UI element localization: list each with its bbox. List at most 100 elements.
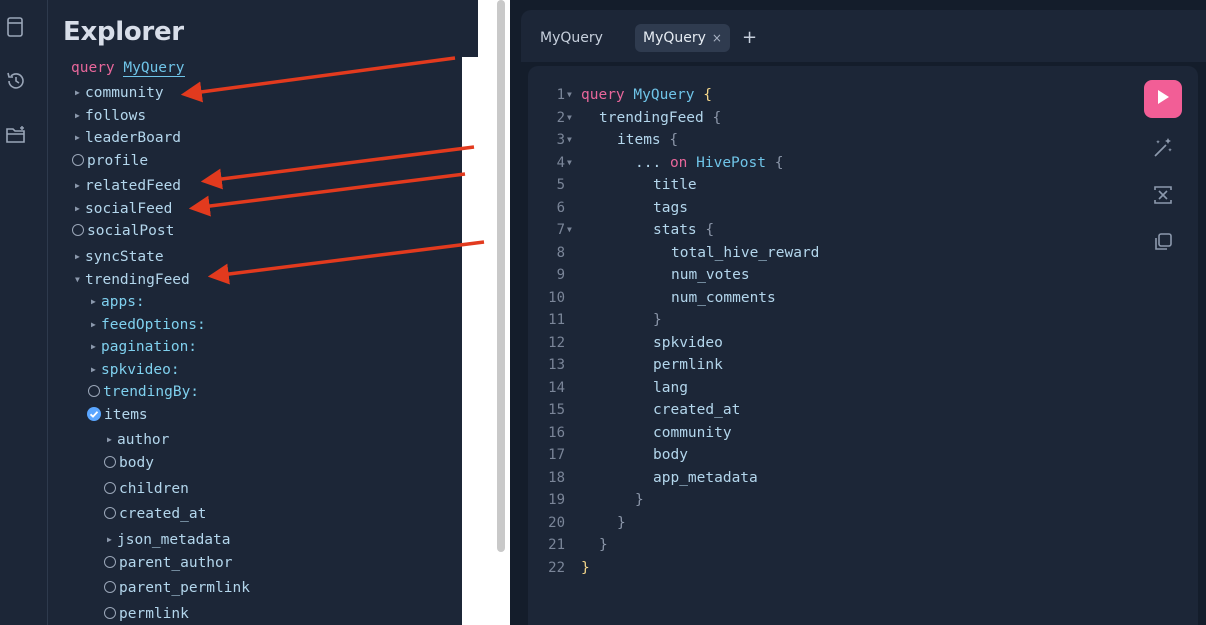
tree-arg-feedoptions[interactable]: ▶ feedOptions: bbox=[91, 315, 206, 335]
line-number: 4 bbox=[556, 154, 565, 171]
checked-icon bbox=[87, 407, 101, 421]
merge-fragments-button[interactable] bbox=[1144, 178, 1182, 216]
code-line-19: } bbox=[635, 492, 644, 508]
tree-item-body[interactable]: body bbox=[104, 453, 154, 473]
tree-field-label: spkvideo: bbox=[101, 362, 180, 378]
line-number: 1 bbox=[556, 87, 565, 103]
tree-item-children[interactable]: children bbox=[104, 479, 189, 499]
code-line-5: title bbox=[653, 177, 697, 193]
code-line-3: items { bbox=[617, 132, 679, 148]
tree-field-label: trendingBy: bbox=[103, 384, 200, 400]
tree-field-label: profile bbox=[87, 153, 149, 169]
query-header: query MyQuery bbox=[71, 58, 185, 78]
tree-field-label: parent_author bbox=[119, 555, 233, 571]
fold-icon[interactable]: ▼ bbox=[567, 135, 572, 144]
tree-field-label: apps: bbox=[101, 294, 145, 310]
tree-item-json-metadata[interactable]: ▶ json_metadata bbox=[107, 530, 231, 550]
new-folder-icon[interactable] bbox=[5, 124, 27, 146]
line-number: 18 bbox=[548, 469, 565, 486]
tree-field-label: body bbox=[119, 455, 154, 471]
line-number: 22 bbox=[548, 559, 565, 576]
unchecked-circle-icon bbox=[104, 607, 116, 619]
tree-field-profile[interactable]: profile bbox=[72, 151, 148, 171]
code-line-6: tags bbox=[653, 200, 688, 216]
tree-item-parent-permlink[interactable]: parent_permlink bbox=[104, 578, 250, 598]
unchecked-circle-icon bbox=[104, 482, 116, 494]
tree-field-trendingfeed[interactable]: ▼ trendingFeed bbox=[75, 270, 190, 290]
tree-item-created-at[interactable]: created_at bbox=[104, 504, 206, 524]
query-name-input[interactable]: MyQuery bbox=[123, 60, 185, 77]
code-line-11: } bbox=[653, 312, 662, 328]
code-line-15: created_at bbox=[653, 402, 741, 418]
tab-myquery-active[interactable]: MyQuery × bbox=[635, 24, 730, 52]
tab-bar: MyQuery MyQuery × + bbox=[521, 10, 1206, 62]
tree-arg-trendingby[interactable]: trendingBy: bbox=[88, 382, 199, 402]
tree-field-relatedfeed[interactable]: ▶ relatedFeed bbox=[75, 176, 181, 196]
code-line-16: community bbox=[653, 425, 732, 441]
query-keyword: query bbox=[71, 60, 115, 76]
copy-query-button[interactable] bbox=[1144, 225, 1182, 263]
code-line-20: } bbox=[617, 515, 626, 531]
caret-right-icon: ▶ bbox=[91, 342, 96, 351]
tree-field-label: author bbox=[117, 432, 170, 448]
tab-myquery[interactable]: MyQuery bbox=[532, 24, 611, 52]
caret-right-icon: ▶ bbox=[91, 365, 96, 374]
line-number: 6 bbox=[556, 199, 565, 216]
code-line-13: permlink bbox=[653, 357, 723, 373]
tree-field-label: children bbox=[119, 481, 189, 497]
tree-field-items[interactable]: items bbox=[87, 405, 148, 425]
scrollbar-thumb[interactable] bbox=[497, 0, 505, 552]
code-line-22: } bbox=[581, 560, 590, 576]
fold-icon[interactable]: ▼ bbox=[567, 158, 572, 167]
line-number: 8 bbox=[556, 244, 565, 261]
tree-field-follows[interactable]: ▶ follows bbox=[75, 106, 146, 126]
unchecked-circle-icon bbox=[104, 556, 116, 568]
docs-icon[interactable] bbox=[5, 16, 27, 38]
tree-field-label: follows bbox=[85, 108, 147, 124]
tree-arg-pagination[interactable]: ▶ pagination: bbox=[91, 337, 197, 357]
tree-field-community[interactable]: ▶ community bbox=[75, 83, 164, 103]
tree-field-socialpost[interactable]: socialPost bbox=[72, 221, 174, 241]
prettify-button[interactable] bbox=[1144, 130, 1182, 168]
tree-item-permlink[interactable]: permlink bbox=[104, 604, 189, 624]
unchecked-circle-icon bbox=[72, 224, 84, 236]
code-line-17: body bbox=[653, 447, 688, 463]
tree-field-socialfeed[interactable]: ▶ socialFeed bbox=[75, 199, 172, 219]
tree-field-leaderboard[interactable]: ▶ leaderBoard bbox=[75, 128, 181, 148]
caret-right-icon: ▶ bbox=[75, 204, 80, 213]
scrollbar[interactable] bbox=[478, 0, 510, 625]
caret-right-icon: ▶ bbox=[75, 111, 80, 120]
caret-right-icon: ▶ bbox=[107, 535, 112, 544]
fold-icon[interactable]: ▼ bbox=[567, 90, 572, 99]
tab-label: MyQuery bbox=[540, 30, 603, 46]
prettify-icon bbox=[1151, 135, 1175, 163]
tree-item-parent-author[interactable]: parent_author bbox=[104, 553, 233, 573]
tree-field-label: json_metadata bbox=[117, 532, 231, 548]
fold-icon[interactable]: ▼ bbox=[567, 113, 572, 122]
tree-field-label: pagination: bbox=[101, 339, 198, 355]
tree-field-syncstate[interactable]: ▶ syncState bbox=[75, 247, 164, 267]
run-button[interactable] bbox=[1144, 80, 1182, 118]
line-number: 12 bbox=[548, 334, 565, 351]
tree-item-author[interactable]: ▶ author bbox=[107, 430, 169, 450]
unchecked-circle-icon bbox=[88, 385, 100, 397]
line-number: 15 bbox=[548, 402, 565, 418]
line-number: 10 bbox=[548, 289, 565, 306]
tree-field-label: permlink bbox=[119, 606, 189, 622]
code-line-21: } bbox=[599, 537, 608, 553]
close-icon[interactable]: × bbox=[712, 31, 722, 45]
line-number: 3 bbox=[556, 132, 565, 148]
fold-icon[interactable]: ▼ bbox=[567, 225, 572, 234]
line-number: 16 bbox=[548, 424, 565, 441]
tab-label: MyQuery bbox=[643, 30, 706, 46]
tree-arg-apps[interactable]: ▶ apps: bbox=[91, 292, 145, 312]
caret-right-icon: ▶ bbox=[91, 320, 96, 329]
tree-arg-spkvideo[interactable]: ▶ spkvideo: bbox=[91, 360, 180, 380]
history-icon[interactable] bbox=[5, 70, 27, 92]
explorer-scroll-track bbox=[462, 57, 478, 625]
code-line-12: spkvideo bbox=[653, 335, 723, 351]
code-line-14: lang bbox=[653, 380, 688, 396]
add-tab-button[interactable]: + bbox=[742, 24, 757, 52]
caret-down-icon: ▼ bbox=[75, 275, 80, 284]
explorer-title: Explorer bbox=[63, 17, 184, 47]
